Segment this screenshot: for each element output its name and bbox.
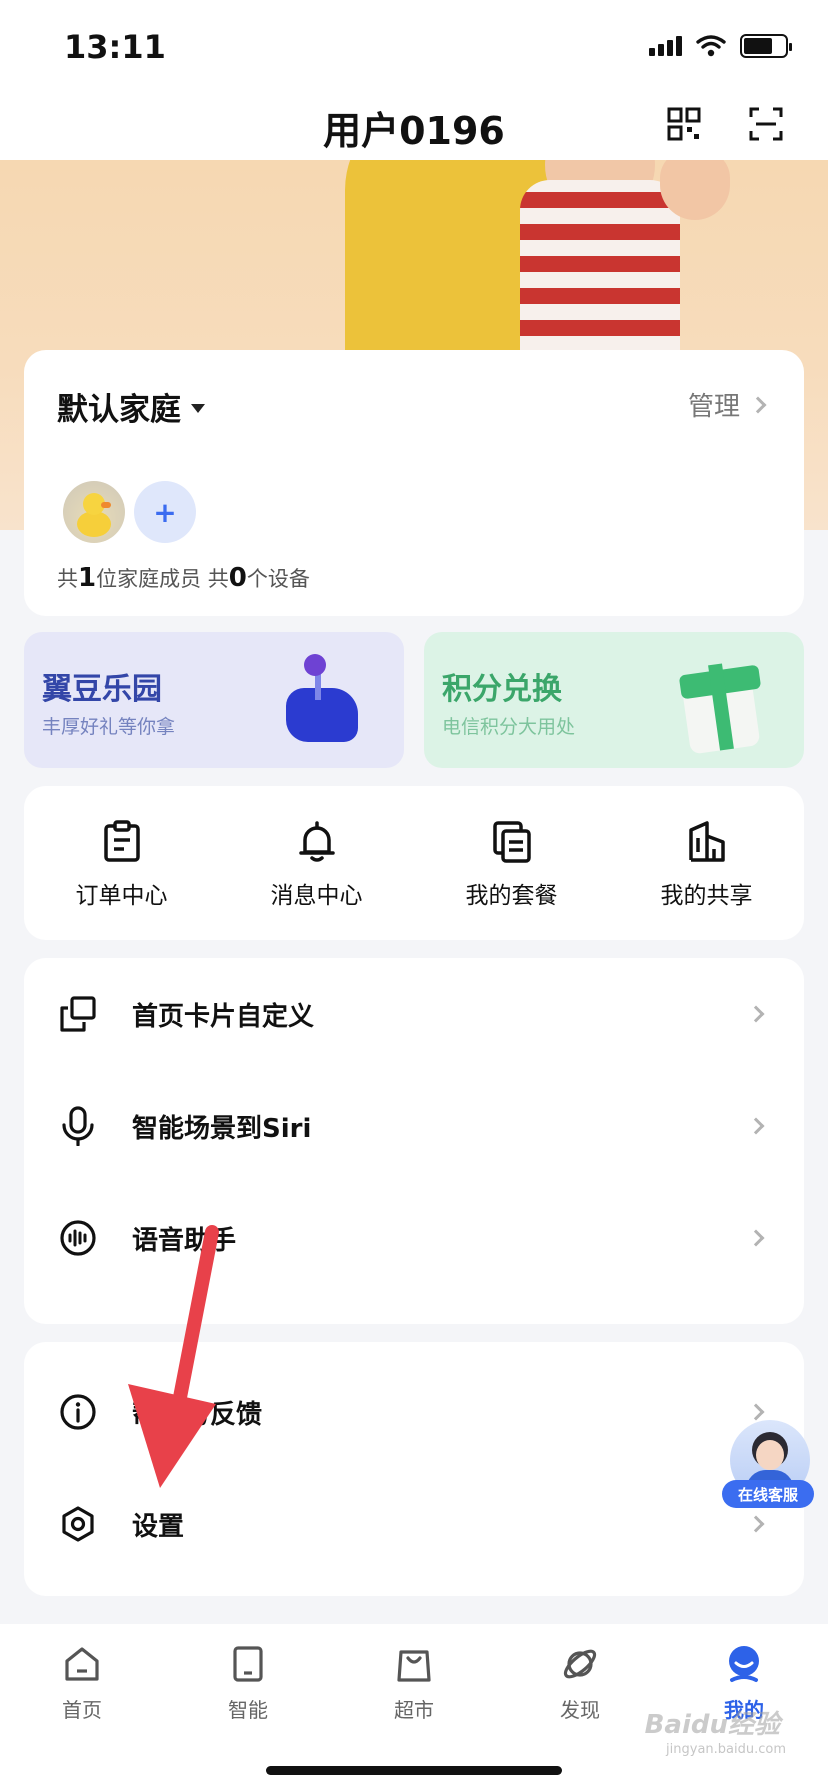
- home-indicator[interactable]: [266, 1766, 562, 1775]
- nav-label: 发现: [560, 1698, 600, 1722]
- voice-wave-icon: [58, 1218, 98, 1258]
- quick-action-orders[interactable]: 订单中心: [24, 786, 219, 940]
- menu-item-label: 智能场景到Siri: [132, 1113, 312, 1144]
- menu-item-voice-assistant[interactable]: 语音助手: [24, 1182, 804, 1294]
- family-name: 默认家庭: [57, 392, 181, 428]
- add-member-button[interactable]: +: [134, 481, 196, 543]
- qr-code-icon: [667, 107, 701, 141]
- menu-item-label: 设置: [132, 1511, 185, 1542]
- customer-service-label: 在线客服: [722, 1480, 814, 1508]
- nav-market[interactable]: 超市: [364, 1644, 464, 1723]
- quick-action-messages[interactable]: 消息中心: [219, 786, 414, 940]
- nav-smart[interactable]: 智能: [198, 1644, 298, 1723]
- family-selector[interactable]: 默认家庭: [57, 384, 205, 429]
- scan-icon: [749, 107, 783, 141]
- watermark-url: jingyan.baidu.com: [666, 1742, 786, 1757]
- menu-group-features: 首页卡片自定义 智能场景到Siri 语音助手: [24, 958, 804, 1324]
- profile-icon: [729, 1646, 759, 1682]
- info-icon: [58, 1392, 98, 1432]
- status-time: 13:11: [64, 28, 166, 66]
- manage-label: 管理: [687, 392, 740, 422]
- card-customize-icon: [58, 994, 98, 1034]
- quick-action-label: 订单中心: [75, 883, 168, 909]
- planet-icon: [563, 1649, 597, 1679]
- quick-action-label: 我的共享: [660, 883, 753, 909]
- share-building-icon: [688, 821, 725, 862]
- chevron-right-icon: [749, 396, 767, 413]
- chevron-right-icon: [747, 1117, 765, 1135]
- menu-item-help-feedback[interactable]: 帮助与反馈: [24, 1356, 804, 1468]
- wifi-icon: [696, 35, 726, 57]
- manage-family-button[interactable]: 管理: [687, 386, 767, 423]
- scan-button[interactable]: [746, 104, 786, 144]
- qr-code-button[interactable]: [664, 104, 704, 144]
- home-icon: [65, 1647, 99, 1681]
- microphone-icon: [58, 1106, 98, 1146]
- chevron-right-icon: [747, 1005, 765, 1023]
- member-count: 1: [78, 563, 97, 593]
- promo-subtitle: 电信积分大用处: [442, 716, 576, 738]
- chevron-right-icon: [747, 1229, 765, 1247]
- promo-title: 翼豆乐园: [42, 672, 162, 707]
- family-summary: 共1位家庭成员 共0个设备: [57, 563, 310, 593]
- quick-action-package[interactable]: 我的套餐: [414, 786, 609, 940]
- order-icon: [103, 820, 140, 862]
- menu-item-card-customize[interactable]: 首页卡片自定义: [24, 958, 804, 1070]
- nav-label: 超市: [394, 1698, 434, 1722]
- online-customer-service-button[interactable]: 在线客服: [722, 1420, 814, 1530]
- nav-discover[interactable]: 发现: [530, 1644, 630, 1723]
- watermark: Baidu经验: [644, 1710, 780, 1740]
- nav-label: 智能: [228, 1698, 268, 1722]
- promo-points-exchange[interactable]: 积分兑换 电信积分大用处: [424, 632, 804, 768]
- nav-label: 首页: [62, 1698, 102, 1722]
- promo-subtitle: 丰厚好礼等你拿: [42, 716, 176, 738]
- quick-action-label: 消息中心: [270, 883, 363, 909]
- caret-down-icon: [191, 404, 205, 413]
- menu-group-system: 帮助与反馈 设置: [24, 1342, 804, 1596]
- bell-icon: [298, 821, 335, 862]
- quick-action-share[interactable]: 我的共享: [609, 786, 804, 940]
- settings-hexagon-icon: [58, 1504, 98, 1544]
- tablet-icon: [233, 1646, 263, 1682]
- promo-yidou-park[interactable]: 翼豆乐园 丰厚好礼等你拿: [24, 632, 404, 768]
- menu-item-label: 语音助手: [132, 1225, 237, 1256]
- cellular-signal-icon: [649, 36, 682, 56]
- nav-home[interactable]: 首页: [32, 1644, 132, 1723]
- status-icons: [649, 34, 792, 58]
- quick-actions: 订单中心 消息中心 我的套餐 我的共享: [24, 786, 804, 940]
- menu-item-siri-scenes[interactable]: 智能场景到Siri: [24, 1070, 804, 1182]
- chevron-right-icon: [747, 1403, 765, 1421]
- quick-action-label: 我的套餐: [465, 883, 558, 909]
- promo-title: 积分兑换: [442, 672, 562, 707]
- device-count: 0: [228, 563, 247, 593]
- menu-item-label: 首页卡片自定义: [132, 1001, 315, 1032]
- battery-icon: [740, 34, 792, 58]
- member-avatar[interactable]: [63, 481, 125, 543]
- shopping-bag-icon: [397, 1650, 431, 1682]
- menu-item-label: 帮助与反馈: [132, 1399, 263, 1430]
- package-icon: [492, 821, 531, 863]
- plus-icon: +: [153, 495, 177, 529]
- menu-item-settings[interactable]: 设置: [24, 1468, 804, 1580]
